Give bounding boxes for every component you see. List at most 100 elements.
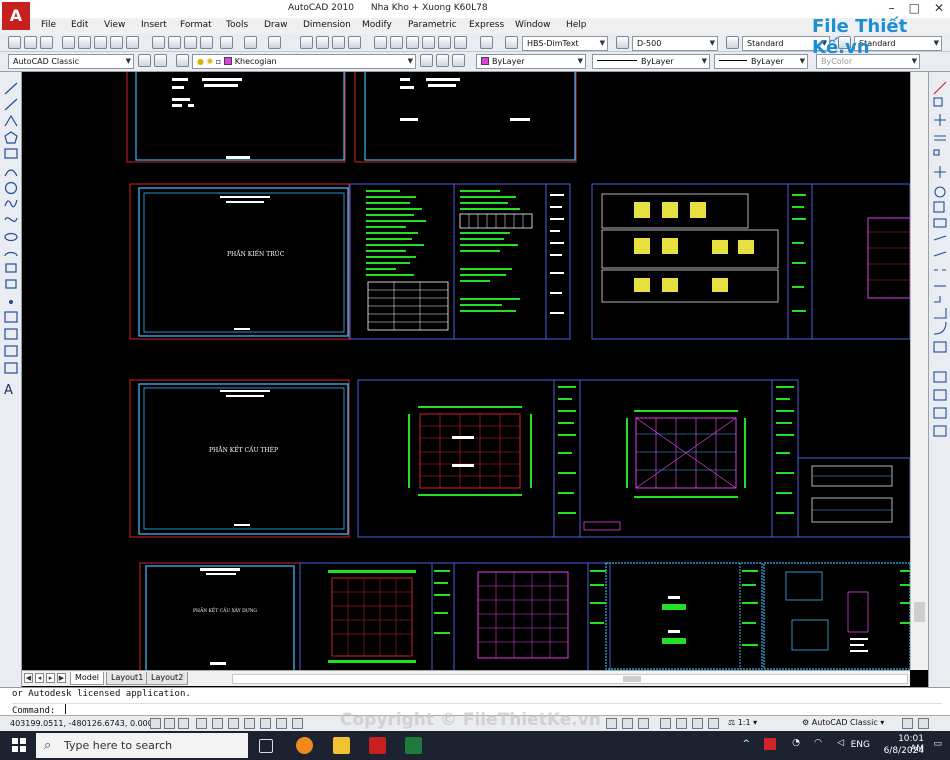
ortho-icon[interactable] <box>178 718 189 729</box>
layer-manager-icon[interactable] <box>176 54 189 67</box>
menu-parametric[interactable]: Parametric <box>408 20 457 30</box>
fillet-icon[interactable] <box>933 321 947 335</box>
explode-icon[interactable] <box>933 341 947 353</box>
osnap-icon[interactable] <box>212 718 223 729</box>
windows-start-icon[interactable] <box>12 738 26 752</box>
new-icon[interactable] <box>8 36 21 49</box>
menu-dimension[interactable]: Dimension <box>303 20 351 30</box>
close-icon[interactable]: ✕ <box>934 1 944 15</box>
excel-icon[interactable] <box>405 737 422 754</box>
zoom-status-icon[interactable] <box>676 718 687 729</box>
offset-icon[interactable] <box>934 135 946 141</box>
insert-block-icon[interactable] <box>5 263 17 273</box>
point-icon[interactable] <box>8 299 14 305</box>
plot-preview-icon[interactable] <box>78 36 91 49</box>
stretch-icon[interactable] <box>933 218 947 228</box>
join-icon[interactable] <box>934 296 941 303</box>
trim-icon[interactable] <box>933 235 947 241</box>
sheet-set-icon[interactable] <box>422 36 435 49</box>
plot-icon[interactable] <box>62 36 75 49</box>
horizontal-scrollbar[interactable] <box>232 674 908 684</box>
restore-icon[interactable]: □ <box>909 1 920 15</box>
menu-tools[interactable]: Tools <box>226 20 248 30</box>
layer-states-icon[interactable] <box>452 54 465 67</box>
taskbar-search-input[interactable]: ⌕ Type here to search <box>36 733 248 758</box>
horizontal-scroll-thumb[interactable] <box>623 676 641 682</box>
text-front-icon[interactable] <box>933 425 947 437</box>
move-icon[interactable] <box>934 166 946 178</box>
design-center-icon[interactable] <box>390 36 403 49</box>
arc-icon[interactable] <box>4 169 18 177</box>
block-editor-icon[interactable] <box>220 36 233 49</box>
menu-edit[interactable]: Edit <box>71 20 88 30</box>
menu-modify[interactable]: Modify <box>362 20 392 30</box>
dim-style-icon[interactable] <box>616 36 629 49</box>
autocad-logo-icon[interactable]: A <box>2 2 30 30</box>
erase-icon[interactable] <box>933 81 947 95</box>
ellipse-arc-icon[interactable] <box>4 251 18 257</box>
color-select[interactable]: ByLayer ▼ <box>476 54 586 69</box>
redo-icon[interactable] <box>268 36 281 49</box>
last-tab-icon[interactable]: ▶ <box>57 673 66 683</box>
quick-properties-icon[interactable] <box>292 718 303 729</box>
send-back-icon[interactable] <box>933 407 947 419</box>
table-icon[interactable] <box>4 362 18 374</box>
zoom-realtime-icon[interactable] <box>316 36 329 49</box>
3d-dwf-icon[interactable] <box>110 36 123 49</box>
tab-layout1[interactable]: Layout1 <box>106 672 149 685</box>
clean-screen-icon[interactable] <box>918 718 929 729</box>
zoom-previous-icon[interactable] <box>348 36 361 49</box>
first-tab-icon[interactable]: ◀ <box>24 673 33 683</box>
region-icon[interactable] <box>4 345 18 357</box>
wifi-icon[interactable]: ◠ <box>814 738 822 748</box>
layer-previous-icon[interactable] <box>436 54 449 67</box>
polygon-icon[interactable] <box>4 131 18 144</box>
copy-icon[interactable] <box>168 36 181 49</box>
scale-icon[interactable] <box>933 201 945 213</box>
menu-window[interactable]: Window <box>515 20 551 30</box>
firefox-icon[interactable] <box>296 737 313 754</box>
paste-icon[interactable] <box>184 36 197 49</box>
table-style-icon[interactable] <box>726 36 739 49</box>
snap-icon[interactable] <box>150 718 161 729</box>
notification-icon[interactable]: ▭ <box>933 739 942 749</box>
copy-object-icon[interactable] <box>933 97 943 107</box>
menu-insert[interactable]: Insert <box>141 20 167 30</box>
clock-date[interactable]: 6/8/2024 <box>884 746 924 756</box>
next-tab-icon[interactable]: ▸ <box>46 673 55 683</box>
make-block-icon[interactable] <box>5 279 17 289</box>
mirror-icon[interactable] <box>934 114 946 126</box>
model-space-canvas[interactable]: PHẦN KIẾN TRÚC PHẦN KẾT CẤU THÉP PHẦN KẾ… <box>22 72 910 670</box>
file-explorer-icon[interactable] <box>333 737 350 754</box>
vertical-scrollbar[interactable] <box>910 72 928 670</box>
prev-tab-icon[interactable]: ◂ <box>35 673 44 683</box>
chamfer-icon[interactable] <box>934 308 947 319</box>
rectangle-icon[interactable] <box>4 148 18 159</box>
lock-ui-icon[interactable] <box>902 718 913 729</box>
zoom-window-icon[interactable] <box>332 36 345 49</box>
rotate-icon[interactable] <box>934 186 946 198</box>
open-icon[interactable] <box>24 36 37 49</box>
text-style-icon[interactable] <box>505 36 518 49</box>
scale-select[interactable]: D-500 ▼ <box>632 36 718 51</box>
construction-line-icon[interactable] <box>4 98 18 111</box>
layer-properties-icon[interactable] <box>154 54 167 67</box>
input-language[interactable]: ENG <box>851 740 870 750</box>
linetype-select[interactable]: ByLayer ▼ <box>592 54 710 69</box>
showmotion-icon[interactable] <box>708 718 719 729</box>
workspace-settings-icon[interactable] <box>138 54 151 67</box>
help-icon[interactable] <box>480 36 493 49</box>
web-icon[interactable] <box>126 36 139 49</box>
dyn-icon[interactable] <box>260 718 271 729</box>
draworder-icon[interactable] <box>933 371 947 383</box>
revcloud-icon[interactable] <box>4 199 18 208</box>
chevron-up-icon[interactable]: ^ <box>742 739 750 749</box>
tab-layout2[interactable]: Layout2 <box>146 672 189 685</box>
save-icon[interactable] <box>40 36 53 49</box>
minimize-icon[interactable]: – <box>889 1 895 15</box>
otrack-icon[interactable] <box>228 718 239 729</box>
vertical-scroll-thumb[interactable] <box>914 602 925 622</box>
menu-draw[interactable]: Draw <box>264 20 288 30</box>
menu-format[interactable]: Format <box>180 20 212 30</box>
steering-wheel-icon[interactable] <box>692 718 703 729</box>
